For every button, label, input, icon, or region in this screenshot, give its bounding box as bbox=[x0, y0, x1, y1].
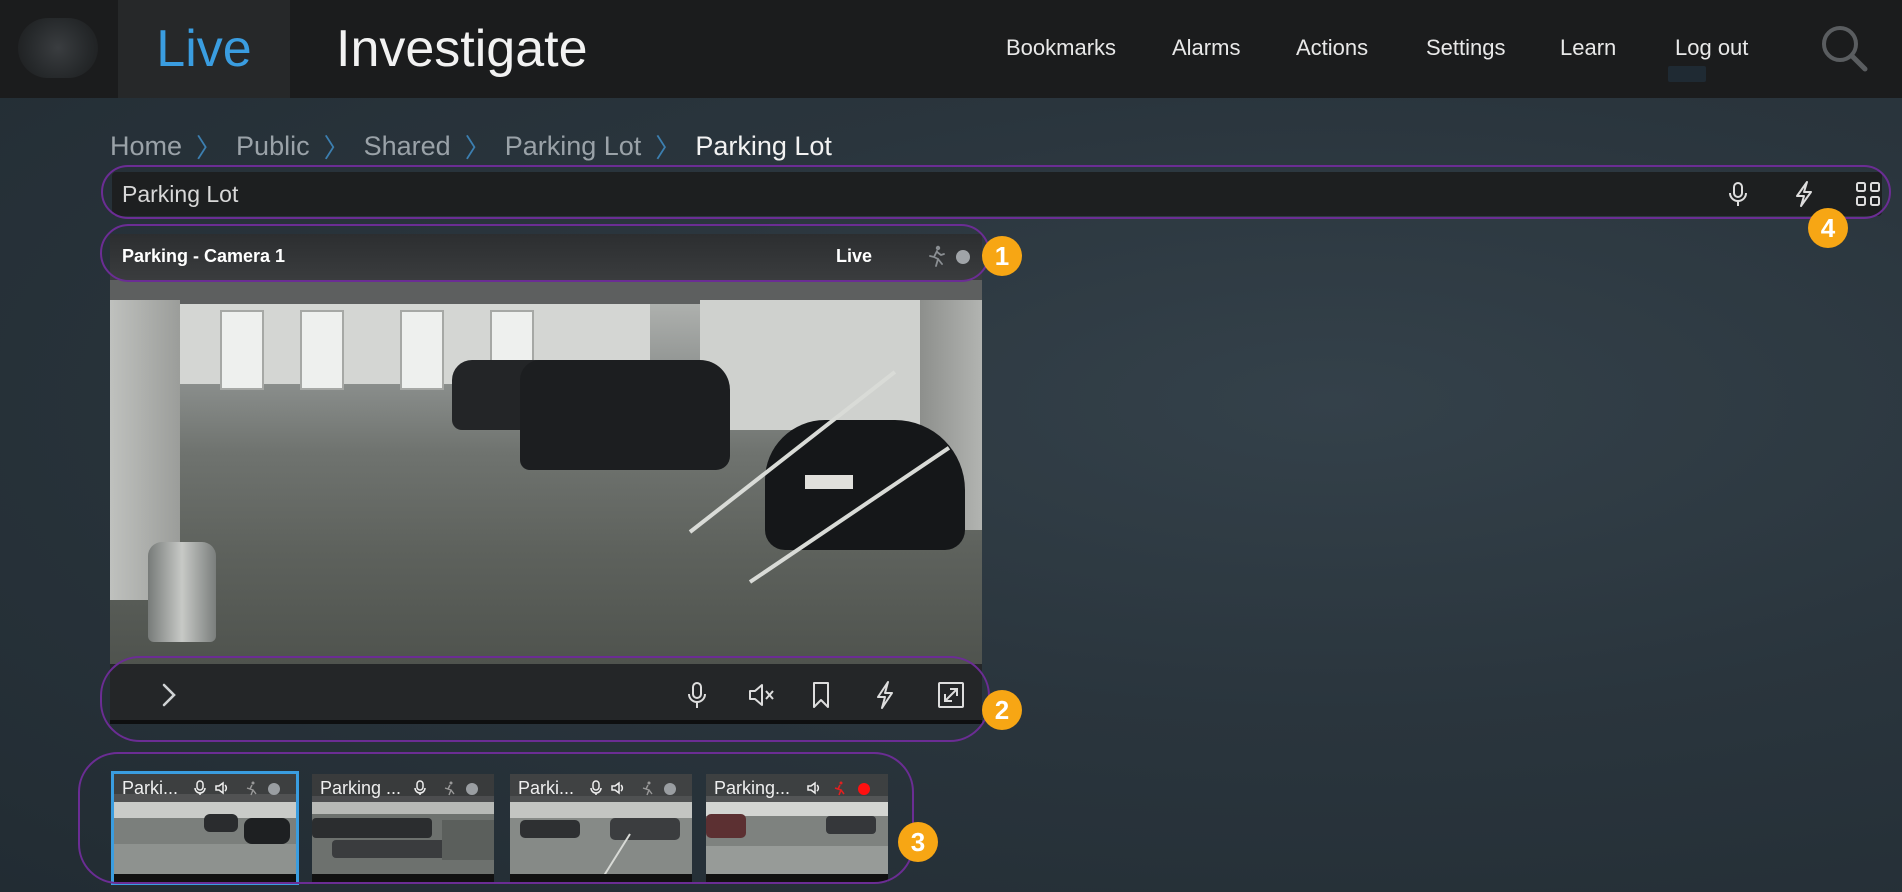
callout-badge-2: 2 bbox=[982, 690, 1022, 730]
callout-badge-4: 4 bbox=[1808, 208, 1848, 248]
callout-outline-control-bar bbox=[100, 656, 990, 742]
video-parked-car bbox=[765, 420, 965, 550]
breadcrumb-separator-icon: 〉 bbox=[655, 132, 682, 163]
callout-outline-camera-header bbox=[100, 224, 990, 282]
tab-investigate[interactable]: Investigate bbox=[336, 0, 588, 98]
breadcrumb-public[interactable]: Public bbox=[236, 131, 310, 162]
nav-hover-indicator bbox=[1668, 66, 1706, 82]
video-license-plate bbox=[805, 475, 853, 489]
callout-badge-3: 3 bbox=[898, 822, 938, 862]
breadcrumb-separator-icon: 〉 bbox=[464, 132, 491, 163]
callout-outline-thumbnails bbox=[78, 752, 914, 884]
top-navigation-bar: Live Investigate Bookmarks Alarms Action… bbox=[0, 0, 1902, 98]
tab-live-label: Live bbox=[156, 20, 252, 78]
breadcrumb-separator-icon: 〉 bbox=[196, 132, 223, 163]
breadcrumb-home[interactable]: Home bbox=[110, 131, 182, 162]
video-trash-bin bbox=[148, 542, 216, 642]
tab-investigate-label: Investigate bbox=[336, 20, 588, 78]
video-window bbox=[220, 310, 264, 390]
nav-learn[interactable]: Learn bbox=[1560, 28, 1616, 68]
breadcrumb-parking-lot-folder[interactable]: Parking Lot bbox=[505, 131, 642, 162]
breadcrumb: Home 〉 Public 〉 Shared 〉 Parking Lot 〉 P… bbox=[110, 128, 832, 164]
breadcrumb-shared[interactable]: Shared bbox=[364, 131, 451, 162]
callout-outline-view-bar bbox=[101, 165, 1891, 219]
callout-badge-1: 1 bbox=[982, 236, 1022, 276]
breadcrumb-separator-icon: 〉 bbox=[323, 132, 350, 163]
nav-bookmarks[interactable]: Bookmarks bbox=[1006, 28, 1116, 68]
nav-actions[interactable]: Actions bbox=[1296, 28, 1368, 68]
breadcrumb-current: Parking Lot bbox=[695, 130, 832, 161]
camera-video-feed[interactable] bbox=[110, 280, 982, 664]
app-logo[interactable] bbox=[18, 18, 98, 78]
video-window bbox=[400, 310, 444, 390]
nav-settings[interactable]: Settings bbox=[1426, 28, 1506, 68]
nav-alarms[interactable]: Alarms bbox=[1172, 28, 1240, 68]
video-parked-van bbox=[520, 360, 730, 470]
video-window bbox=[300, 310, 344, 390]
search-icon[interactable] bbox=[1820, 24, 1868, 72]
nav-log-out[interactable]: Log out bbox=[1675, 28, 1748, 68]
tab-live[interactable]: Live bbox=[118, 0, 290, 98]
